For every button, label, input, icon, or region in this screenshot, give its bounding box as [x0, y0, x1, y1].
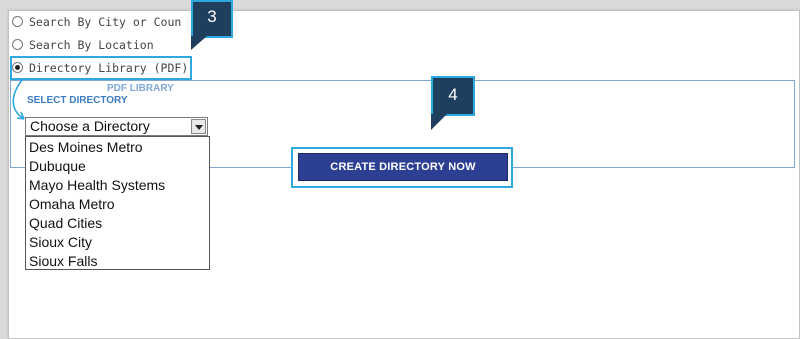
step4-callout: 4	[431, 76, 475, 130]
create-directory-button[interactable]: CREATE DIRECTORY NOW	[298, 153, 508, 181]
